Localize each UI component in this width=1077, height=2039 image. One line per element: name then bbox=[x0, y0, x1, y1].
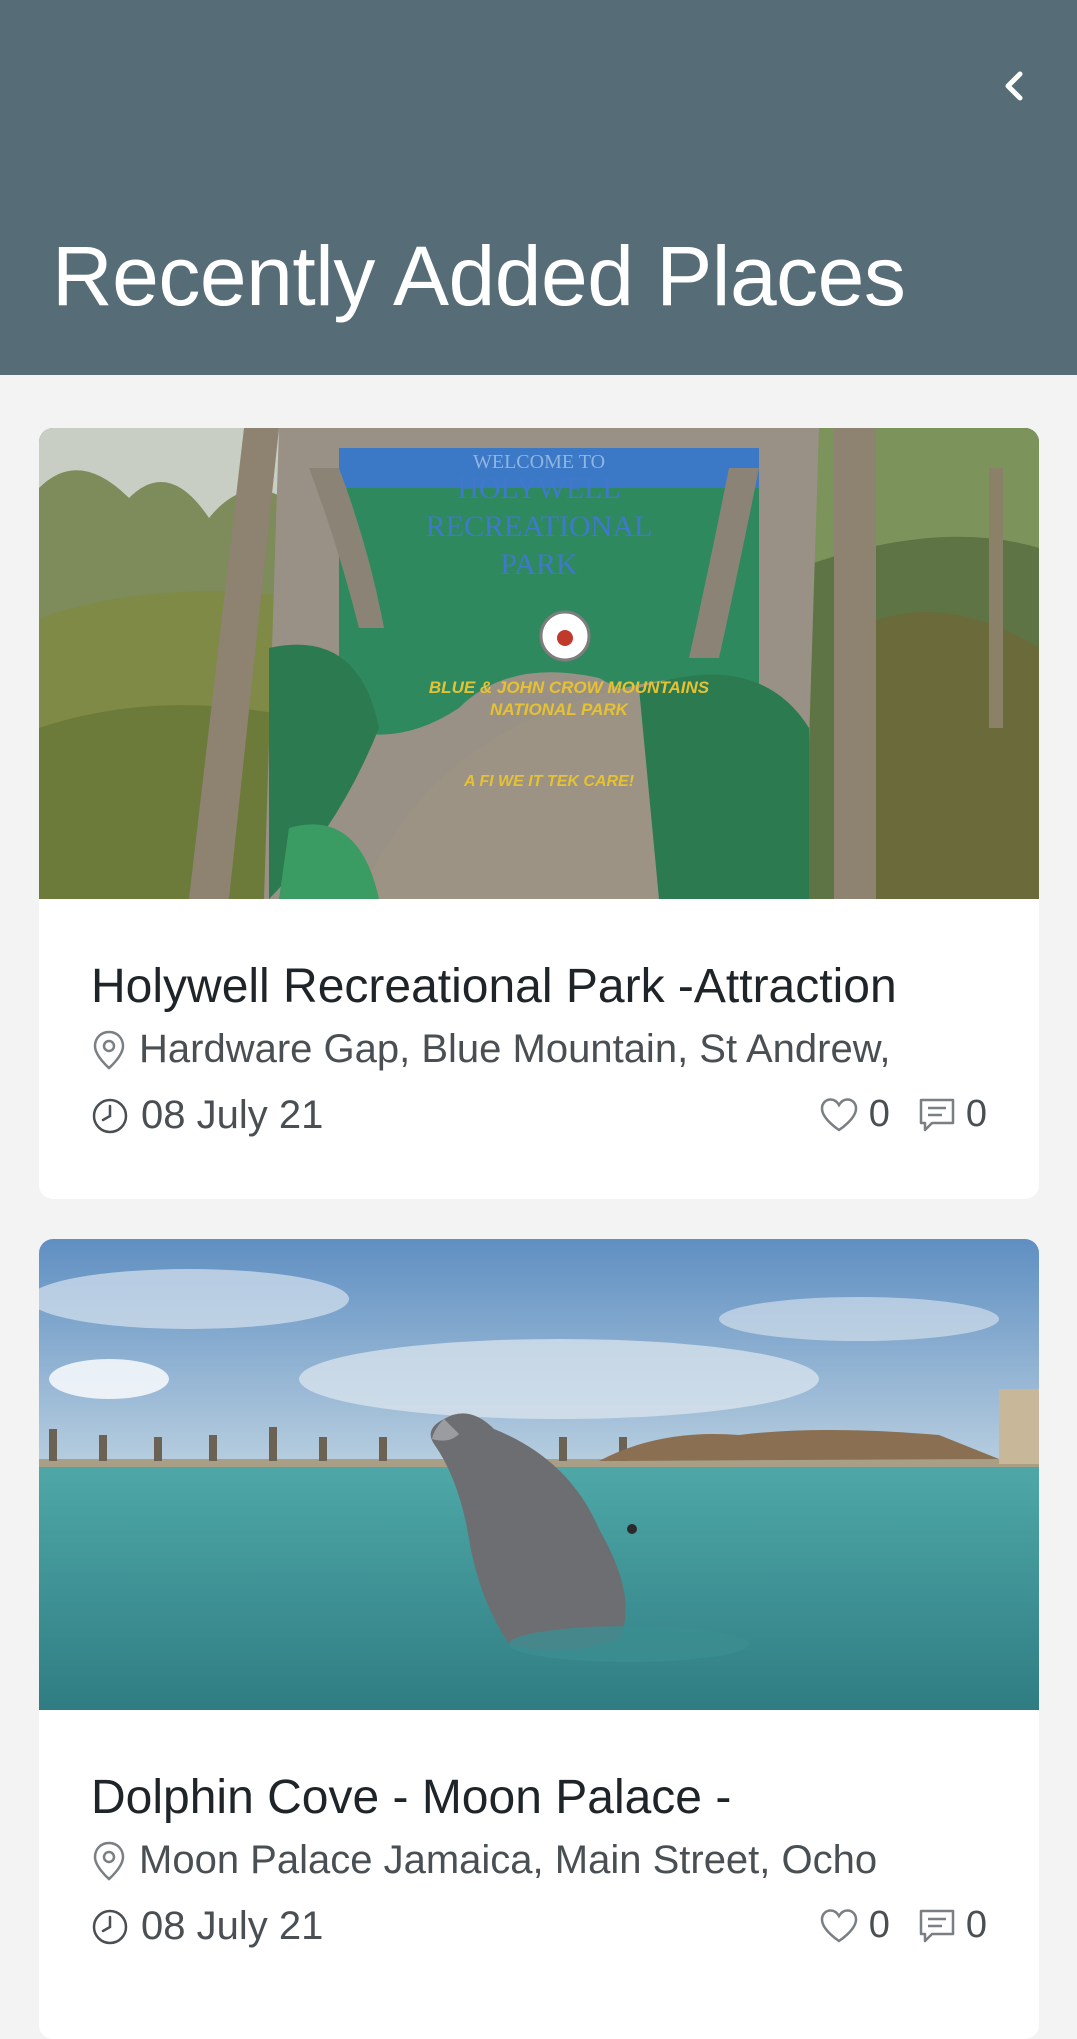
date-text: 08 July 21 bbox=[141, 1904, 324, 1948]
place-image: WELCOME TO HOLYWELL RECREATIONAL PARK BL… bbox=[39, 428, 1039, 899]
sign-text: BLUE & JOHN CROW MOUNTAINS bbox=[429, 678, 710, 697]
location-pin-icon bbox=[93, 1030, 125, 1070]
back-button[interactable] bbox=[985, 56, 1045, 116]
location-pin-icon bbox=[93, 1841, 125, 1881]
sign-text: HOLYWELL bbox=[457, 472, 621, 505]
heart-icon bbox=[820, 1097, 857, 1131]
place-image bbox=[39, 1239, 1039, 1710]
app-header: Recently Added Places bbox=[0, 0, 1077, 375]
place-date: 08 July 21 bbox=[91, 1093, 323, 1138]
sign-text: WELCOME TO bbox=[473, 451, 605, 473]
place-title: Dolphin Cove - Moon Palace - bbox=[91, 1771, 732, 1824]
address-text: Hardware Gap, Blue Mountain, St Andrew, bbox=[139, 1027, 891, 1071]
place-title: Holywell Recreational Park -Attraction bbox=[91, 960, 897, 1013]
like-count: 0 bbox=[868, 1093, 890, 1135]
place-date: 08 July 21 bbox=[91, 1904, 323, 1949]
like-count: 0 bbox=[868, 1904, 890, 1946]
sign-text: PARK bbox=[500, 548, 578, 581]
sign-text: A FI WE IT TEK CARE! bbox=[463, 773, 635, 790]
comment-icon bbox=[919, 1098, 955, 1131]
comment-button[interactable]: 0 bbox=[918, 1093, 987, 1136]
place-address: Hardware Gap, Blue Mountain, St Andrew, bbox=[91, 1027, 891, 1072]
counts: 0 0 bbox=[791, 1093, 987, 1136]
chevron-left-icon bbox=[1005, 71, 1023, 101]
comment-icon bbox=[919, 1909, 955, 1942]
sign-text: RECREATIONAL bbox=[426, 510, 653, 543]
page-title: Recently Added Places bbox=[52, 229, 906, 323]
place-address: Moon Palace Jamaica, Main Street, Ocho bbox=[91, 1838, 877, 1883]
comment-count: 0 bbox=[965, 1093, 987, 1135]
address-text: Moon Palace Jamaica, Main Street, Ocho bbox=[139, 1838, 878, 1882]
like-button[interactable]: 0 bbox=[819, 1904, 890, 1947]
like-button[interactable]: 0 bbox=[819, 1093, 890, 1136]
comment-button[interactable]: 0 bbox=[918, 1904, 987, 1947]
place-card[interactable]: WELCOME TO HOLYWELL RECREATIONAL PARK BL… bbox=[39, 428, 1039, 1199]
comment-count: 0 bbox=[965, 1904, 987, 1946]
date-text: 08 July 21 bbox=[141, 1093, 324, 1137]
clock-icon bbox=[92, 1098, 128, 1133]
heart-icon bbox=[820, 1908, 857, 1942]
counts: 0 0 bbox=[791, 1904, 987, 1947]
clock-icon bbox=[92, 1909, 128, 1944]
place-card[interactable]: Dolphin Cove - Moon Palace - Moon Palace… bbox=[39, 1239, 1039, 2039]
sign-text: NATIONAL PARK bbox=[490, 700, 630, 719]
